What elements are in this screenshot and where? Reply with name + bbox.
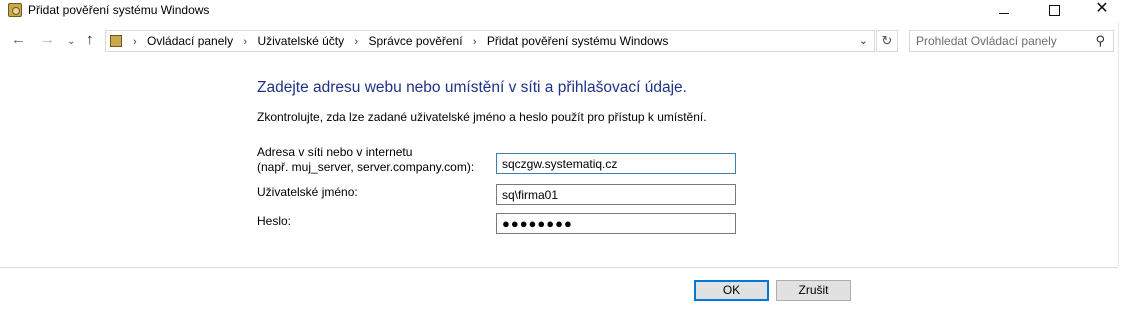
page-title: Zadejte adresu webu nebo umístění v síti…: [257, 79, 687, 96]
ok-button[interactable]: OK: [694, 280, 769, 301]
breadcrumb-add-credential[interactable]: Přidat pověření systému Windows: [487, 34, 668, 48]
username-label: Uživatelské jméno:: [257, 185, 358, 199]
maximize-button[interactable]: [1031, 0, 1077, 22]
search-box[interactable]: ⚲: [909, 30, 1114, 52]
username-field[interactable]: [496, 184, 736, 205]
navigation-bar: ← → ⌄ ↑ › Ovládací panely › Uživatelské …: [0, 28, 1125, 54]
address-label: Adresa v síti nebo v internetu (např. mu…: [257, 145, 474, 175]
minimize-icon: [999, 13, 1009, 14]
password-field[interactable]: [496, 213, 736, 234]
close-button[interactable]: ✕: [1079, 0, 1125, 22]
breadcrumb-control-panel[interactable]: Ovládací panely: [147, 34, 233, 48]
minimize-button[interactable]: [981, 0, 1027, 22]
title-bar: Přidat pověření systému Windows ✕: [0, 0, 1125, 22]
breadcrumb-separator-icon[interactable]: ›: [133, 36, 137, 48]
credential-manager-icon: [8, 3, 22, 17]
maximize-icon: [1048, 5, 1060, 16]
window-title: Přidat pověření systému Windows: [28, 3, 210, 17]
up-arrow-icon[interactable]: ↑: [86, 31, 94, 49]
breadcrumb-separator-icon[interactable]: ›: [473, 36, 477, 48]
refresh-icon: ↻: [881, 33, 893, 48]
cancel-button[interactable]: Zrušit: [776, 280, 851, 301]
window-divider: [1118, 22, 1119, 267]
refresh-button[interactable]: ↻: [876, 30, 898, 52]
footer-divider: [0, 267, 1118, 268]
close-icon: ✕: [1095, 0, 1109, 17]
page-description: Zkontrolujte, zda lze zadané uživatelské…: [257, 110, 707, 124]
recent-locations-chevron-icon[interactable]: ⌄: [67, 33, 75, 51]
address-bar[interactable]: › Ovládací panely › Uživatelské účty › S…: [105, 30, 875, 52]
control-panel-icon: [110, 35, 122, 47]
back-arrow-icon[interactable]: ←: [11, 31, 26, 49]
address-dropdown-chevron-icon[interactable]: ⌄: [859, 34, 868, 47]
password-label: Heslo:: [257, 214, 292, 228]
search-input[interactable]: [916, 32, 1086, 50]
breadcrumb-user-accounts[interactable]: Uživatelské účty: [257, 34, 344, 48]
breadcrumb-credential-manager[interactable]: Správce pověření: [369, 34, 463, 48]
address-label-line1: Adresa v síti nebo v internetu: [257, 145, 413, 159]
network-address-field[interactable]: [496, 153, 736, 174]
breadcrumb: › Ovládací panely › Uživatelské účty › S…: [126, 34, 668, 48]
forward-arrow-icon[interactable]: →: [40, 31, 55, 49]
breadcrumb-separator-icon[interactable]: ›: [243, 36, 247, 48]
address-label-line2: (např. muj_server, server.company.com):: [257, 160, 475, 174]
search-icon[interactable]: ⚲: [1095, 33, 1105, 49]
breadcrumb-separator-icon[interactable]: ›: [354, 36, 358, 48]
